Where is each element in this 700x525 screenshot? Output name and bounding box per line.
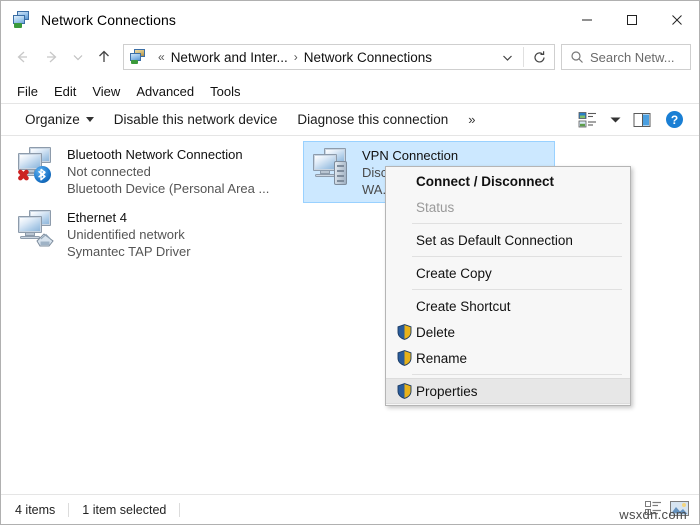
- network-connections-window: Network Connections « Network and Inter.…: [0, 0, 700, 525]
- organize-button[interactable]: Organize: [15, 108, 104, 131]
- context-menu-label: Create Copy: [416, 265, 492, 281]
- context-menu-separator: [412, 289, 622, 290]
- command-bar-right: ?: [573, 107, 693, 133]
- address-bar[interactable]: « Network and Inter... › Network Connect…: [123, 44, 555, 70]
- context-menu-item-properties[interactable]: Properties: [386, 378, 630, 404]
- context-menu-item-set-default[interactable]: Set as Default Connection: [386, 227, 630, 253]
- item-count-label: 4 items: [15, 502, 56, 517]
- disable-device-button[interactable]: Disable this network device: [104, 108, 288, 131]
- context-menu-item-delete[interactable]: Delete: [386, 319, 630, 345]
- menu-tools[interactable]: Tools: [202, 82, 248, 101]
- list-item-text: Bluetooth Network Connection Not connect…: [67, 145, 269, 197]
- breadcrumb-current[interactable]: Network Connections: [304, 50, 432, 65]
- search-icon: [570, 50, 584, 64]
- context-menu-label: Rename: [416, 350, 468, 366]
- search-box[interactable]: Search Netw...: [561, 44, 691, 70]
- menu-view[interactable]: View: [84, 82, 128, 101]
- list-item[interactable]: Ethernet 4 Unidentified network Symantec…: [9, 204, 299, 264]
- context-menu-label: Create Shortcut: [416, 298, 511, 314]
- title-bar: Network Connections: [1, 1, 699, 39]
- connection-status: Not connected: [67, 164, 151, 179]
- window-controls: [564, 1, 699, 39]
- svg-text:?: ?: [670, 113, 677, 127]
- context-menu: Connect / Disconnect Status Set as Defau…: [385, 166, 631, 406]
- refresh-icon[interactable]: [524, 50, 554, 65]
- rj45-badge-icon: [36, 233, 54, 247]
- organize-caret-icon: [85, 117, 94, 122]
- context-menu-label: Status: [416, 199, 455, 215]
- view-options-icon[interactable]: [573, 107, 603, 133]
- connection-device: Symantec TAP Driver: [67, 244, 191, 259]
- connection-name: VPN Connection: [362, 148, 459, 163]
- up-arrow-icon[interactable]: [89, 42, 119, 72]
- selection-label: 1 item selected: [82, 502, 167, 517]
- menu-bar: File Edit View Advanced Tools: [1, 79, 699, 103]
- forward-arrow-icon[interactable]: [37, 42, 67, 72]
- breadcrumb-separator: ›: [293, 50, 298, 64]
- ethernet-network-icon: [15, 208, 61, 250]
- network-connections-icon: [13, 11, 31, 29]
- address-bar-row: « Network and Inter... › Network Connect…: [1, 39, 699, 79]
- context-menu-item-status: Status: [386, 194, 630, 220]
- status-bar: 4 items 1 item selected wsxdn.com: [1, 494, 699, 524]
- address-dropdown-icon[interactable]: [492, 51, 523, 64]
- menu-file[interactable]: File: [9, 82, 46, 101]
- context-menu-separator: [412, 374, 622, 375]
- status-divider: [68, 502, 70, 517]
- menu-edit[interactable]: Edit: [46, 82, 84, 101]
- context-menu-label: Set as Default Connection: [416, 232, 573, 248]
- search-input[interactable]: Search Netw...: [590, 50, 675, 65]
- preview-pane-icon[interactable]: [627, 107, 657, 133]
- bluetooth-badge-icon: [34, 166, 51, 183]
- status-divider: [179, 502, 181, 517]
- context-menu-label: Delete: [416, 324, 456, 340]
- context-menu-item-create-copy[interactable]: Create Copy: [386, 260, 630, 286]
- address-folder-icon: [130, 49, 146, 65]
- watermark: wsxdn.com: [619, 507, 687, 522]
- maximize-button[interactable]: [609, 1, 654, 39]
- breadcrumb-parent[interactable]: Network and Inter...: [171, 50, 288, 65]
- connection-name: Ethernet 4: [67, 210, 127, 225]
- context-menu-item-connect-disconnect[interactable]: Connect / Disconnect: [386, 168, 630, 194]
- connections-list: Bluetooth Network Connection Not connect…: [1, 136, 699, 494]
- organize-label: Organize: [25, 112, 80, 127]
- bluetooth-network-icon: [15, 145, 61, 187]
- view-dropdown-caret-icon[interactable]: [605, 107, 625, 133]
- list-item-text: Ethernet 4 Unidentified network Symantec…: [67, 208, 191, 260]
- uac-shield-icon: [392, 350, 416, 366]
- command-bar: Organize Disable this network device Dia…: [1, 103, 699, 136]
- list-item[interactable]: Bluetooth Network Connection Not connect…: [9, 141, 299, 201]
- context-menu-separator: [412, 223, 622, 224]
- context-menu-item-rename[interactable]: Rename: [386, 345, 630, 371]
- connection-device: Bluetooth Device (Personal Area ...: [67, 181, 270, 196]
- uac-shield-icon: [392, 324, 416, 340]
- help-icon[interactable]: ?: [659, 107, 689, 133]
- window-title: Network Connections: [41, 12, 176, 28]
- context-menu-separator: [412, 256, 622, 257]
- menu-advanced[interactable]: Advanced: [128, 82, 202, 101]
- command-overflow-button[interactable]: »: [458, 108, 485, 131]
- breadcrumb-overflow[interactable]: «: [158, 50, 165, 64]
- close-button[interactable]: [654, 1, 699, 39]
- connection-status: Unidentified network: [67, 227, 185, 242]
- context-menu-label: Properties: [416, 383, 478, 399]
- server-badge-icon: [334, 161, 347, 185]
- context-menu-item-create-shortcut[interactable]: Create Shortcut: [386, 293, 630, 319]
- diagnose-connection-button[interactable]: Diagnose this connection: [287, 108, 458, 131]
- red-x-badge-icon: [18, 169, 29, 181]
- uac-shield-icon: [392, 383, 416, 399]
- connection-name: Bluetooth Network Connection: [67, 147, 243, 162]
- context-menu-label: Connect / Disconnect: [416, 173, 555, 189]
- minimize-button[interactable]: [564, 1, 609, 39]
- recent-locations-chevron-icon[interactable]: [67, 42, 89, 72]
- back-arrow-icon[interactable]: [7, 42, 37, 72]
- vpn-network-icon: [310, 146, 356, 188]
